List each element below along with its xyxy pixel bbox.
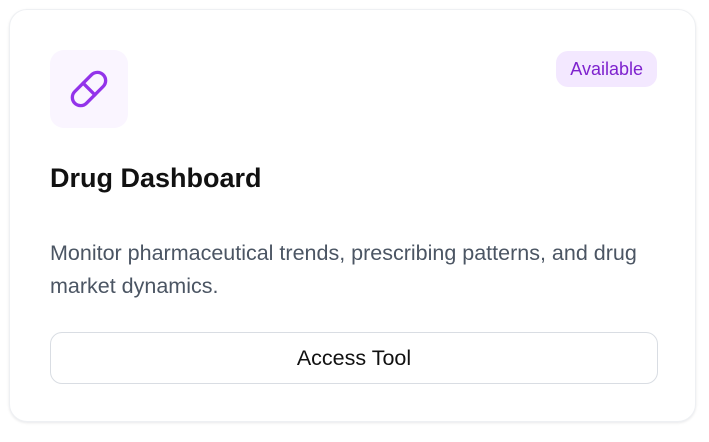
card-description: Monitor pharmaceutical trends, prescribi…: [50, 241, 637, 298]
status-badge: Available: [556, 51, 657, 87]
access-tool-button[interactable]: Access Tool: [50, 332, 658, 384]
pill-icon: [69, 69, 109, 109]
tool-card: Available Drug Dashboard Monitor pharmac…: [9, 9, 696, 422]
tool-icon-tile: [50, 50, 128, 128]
card-title: Drug Dashboard: [50, 163, 262, 193]
